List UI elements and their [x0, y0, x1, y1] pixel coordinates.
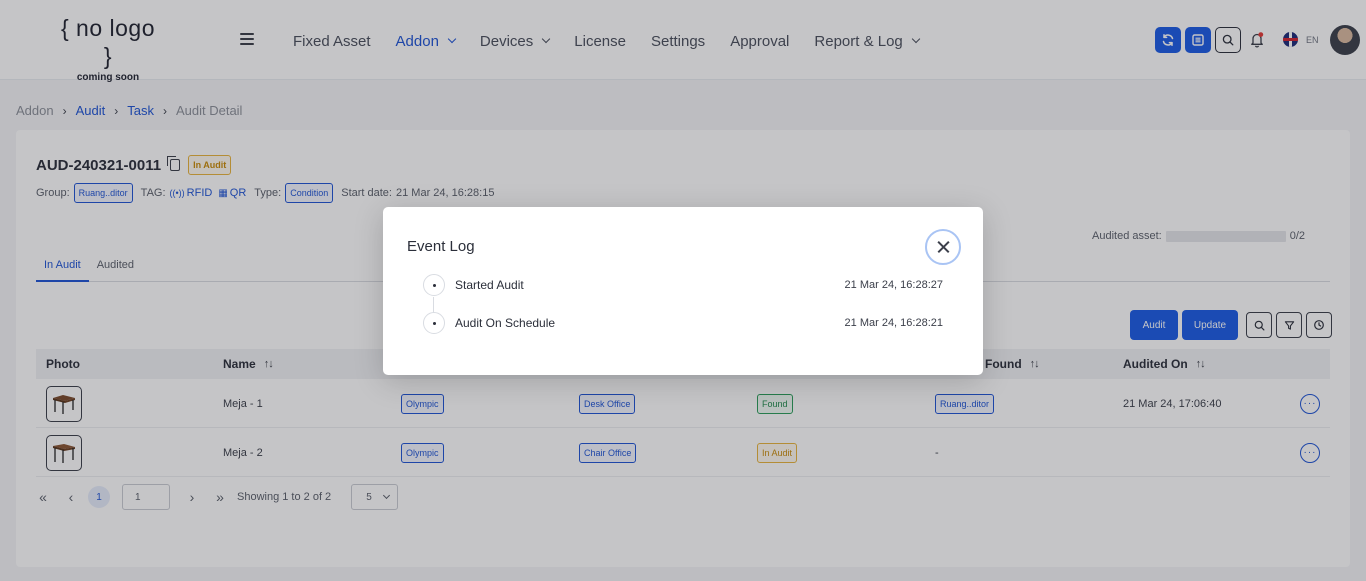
close-icon[interactable] — [925, 229, 961, 265]
event-log-modal: Event Log Started Audit 21 Mar 24, 16:28… — [383, 207, 983, 375]
event-time: 21 Mar 24, 16:28:21 — [844, 317, 943, 329]
timeline-connector — [433, 297, 434, 313]
modal-title: Event Log — [407, 238, 475, 255]
timeline-dot-icon — [423, 312, 445, 334]
event-item: Audit On Schedule 21 Mar 24, 16:28:21 — [423, 312, 943, 334]
event-time: 21 Mar 24, 16:28:27 — [844, 279, 943, 291]
timeline-dot-icon — [423, 274, 445, 296]
event-name: Audit On Schedule — [455, 316, 556, 330]
event-name: Started Audit — [455, 278, 524, 292]
event-item: Started Audit 21 Mar 24, 16:28:27 — [423, 274, 943, 296]
